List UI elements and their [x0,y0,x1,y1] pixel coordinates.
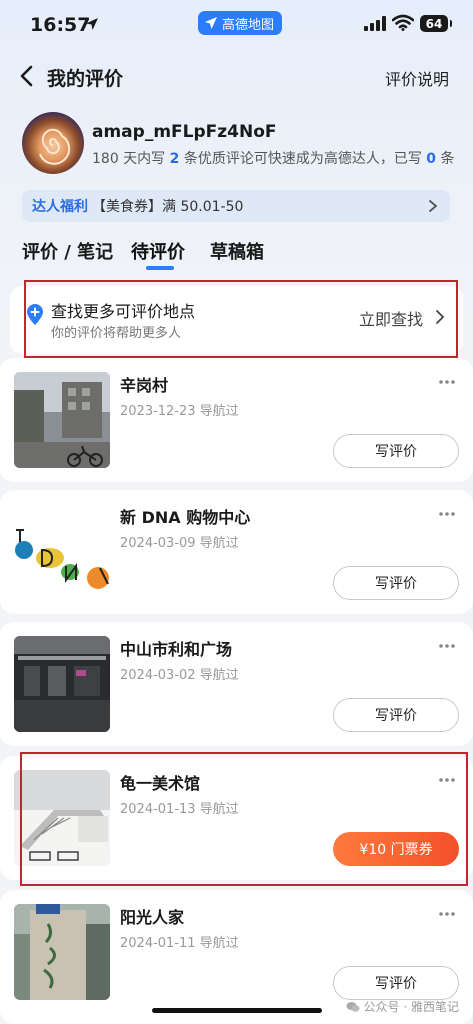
review-help-link[interactable]: 评价说明 [385,66,449,90]
more-icon[interactable] [439,912,455,916]
location-plus-icon [27,304,43,325]
place-name: 龟一美术馆 [120,774,201,793]
page-title: 我的评价 [47,68,124,90]
app-pill-label: 高德地图 [222,17,275,33]
place-thumbnail [14,904,110,1000]
wechat-icon [346,1001,360,1012]
find-title: 查找更多可评价地点 [51,302,196,321]
avatar[interactable] [22,112,84,174]
list-item[interactable]: 辛岗村 2023-12-23 导航过 写评价 [0,358,473,482]
museum-photo [14,770,110,866]
find-subtitle: 你的评价将帮助更多人 [51,326,182,341]
nav-bar: 我的评价 评价说明 [0,56,473,96]
location-arrow-icon [86,18,98,30]
street-photo [14,372,110,468]
chevron-right-icon [436,310,445,324]
written-count: 0 [426,151,437,167]
more-icon[interactable] [439,512,455,516]
watermark-text: 公众号 · 雅西笔记 [363,1000,459,1014]
ticket-coupon-button[interactable]: ¥10 门票券 [333,832,459,866]
signal-icon [364,16,386,31]
banner-text: 【美食券】满 50.01-50 [92,199,244,215]
mall-photo [14,636,110,732]
tab-pending-review[interactable]: 待评价 [131,238,185,264]
wifi-icon [392,14,414,31]
progress-post: 条 [436,151,455,167]
list-item[interactable]: 中山市利和广场 2024-03-02 导航过 写评价 [0,622,473,746]
app-return-pill[interactable]: 高德地图 [198,11,283,35]
list-item[interactable]: 龟一美术馆 2024-01-13 导航过 ¥10 门票券 [0,756,473,880]
send-icon [205,17,217,29]
username: amap_mFLpFz4NoF [92,122,277,142]
place-date: 2024-03-02 导航过 [120,668,239,683]
watermark: 公众号 · 雅西笔记 [346,998,459,1015]
status-time: 16:57 [30,14,91,36]
active-tab-indicator [146,266,174,270]
more-icon[interactable] [439,644,455,648]
back-icon[interactable] [18,64,36,88]
place-date: 2024-01-11 导航过 [120,936,239,951]
home-indicator [152,1008,322,1013]
chevron-right-icon [429,200,438,212]
sign-photo [14,904,110,1000]
find-now-button[interactable]: 立即查找 [359,306,423,330]
write-review-button[interactable]: 写评价 [333,698,459,732]
expert-progress-text: 180 天内写 2 条优质评论可快速成为高德达人，已写 0 条 [92,148,454,168]
write-review-button[interactable]: 写评价 [333,966,459,1000]
place-date: 2024-03-09 导航过 [120,536,239,551]
list-item[interactable]: 新 DNA 购物中心 2024-03-09 导航过 写评价 [0,490,473,614]
place-date: 2024-01-13 导航过 [120,802,239,817]
place-name: 阳光人家 [120,908,185,927]
write-review-button[interactable]: 写评价 [333,434,459,468]
place-thumbnail [14,372,110,468]
place-name: 辛岗村 [120,376,169,395]
status-bar: 16:57 高德地图 64 [0,0,473,48]
progress-mid: 条优质评论可快速成为高德达人，已写 [179,151,427,167]
expert-benefit-banner[interactable]: 达人福利 【美食券】满 50.01-50 [22,190,450,222]
place-name: 中山市利和广场 [120,640,233,659]
place-thumbnail [14,504,110,600]
more-icon[interactable] [439,380,455,384]
tab-reviews-notes[interactable]: 评价 / 笔记 [22,238,113,264]
place-thumbnail [14,770,110,866]
required-count: 2 [169,151,180,167]
write-review-button[interactable]: 写评价 [333,566,459,600]
avatar-image [39,128,71,165]
progress-pre: 180 天内写 [92,151,170,167]
tab-drafts[interactable]: 草稿箱 [210,238,264,264]
battery-icon: 64 [420,15,452,32]
dna-logo-image [14,504,110,600]
place-name: 新 DNA 购物中心 [120,508,251,527]
place-thumbnail [14,636,110,732]
find-more-places-card[interactable]: 查找更多可评价地点 你的评价将帮助更多人 立即查找 [10,286,463,354]
place-date: 2023-12-23 导航过 [120,404,239,419]
more-icon[interactable] [439,778,455,782]
banner-tag: 达人福利 [32,199,88,215]
